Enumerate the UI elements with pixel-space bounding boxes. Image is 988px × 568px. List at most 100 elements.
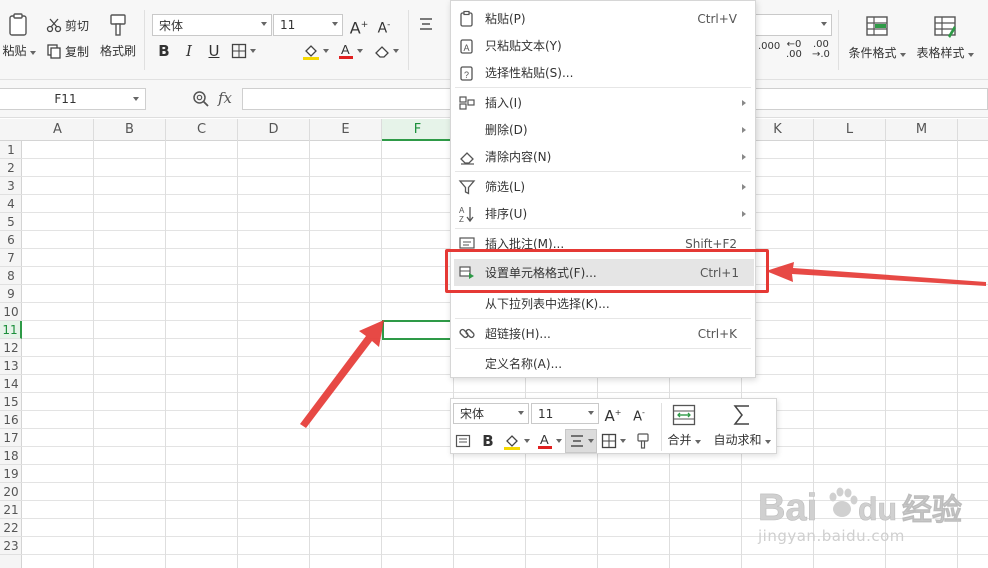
paste-label: 粘贴 [2,44,27,58]
menu-item-paste[interactable]: 粘贴(P) Ctrl+V [451,5,755,32]
row-header-12[interactable]: 12 [0,339,22,357]
row-header-21[interactable]: 21 [0,501,22,519]
font-color-icon: A [538,432,552,449]
menu-item-clear-contents[interactable]: 清除内容(N) [451,143,755,170]
increase-font-icon: A [349,18,361,38]
font-name-select[interactable]: 宋体 [152,14,272,36]
mini-bold-button[interactable]: B [478,430,498,452]
column-header-f[interactable]: F [382,119,454,141]
row-header-4[interactable]: 4 [0,195,22,213]
row-header-15[interactable]: 15 [0,393,22,411]
mini-font-size-value: 11 [538,406,554,421]
row-header-14[interactable]: 14 [0,375,22,393]
italic-button[interactable]: I [179,40,199,62]
menu-item-paste-text-only[interactable]: A 只粘贴文本(Y) [451,32,755,59]
row-header-19[interactable]: 19 [0,465,22,483]
insert-icon [459,96,475,110]
mini-decrease-font-button[interactable]: A- [629,402,649,424]
mini-format-cells-button[interactable] [455,430,471,452]
mini-autosum-button[interactable]: 自动求和 [709,403,775,448]
bold-button[interactable]: B [154,40,174,62]
row-header-9[interactable]: 9 [0,285,22,303]
paste-button[interactable]: 粘贴 [2,12,36,59]
number-format-select[interactable] [756,14,832,36]
conditional-format-button[interactable]: 条件格式 [846,14,908,61]
mini-border-button[interactable] [601,430,626,452]
watermark-suffix: 经验 [902,493,962,528]
row-header-17[interactable]: 17 [0,429,22,447]
table-style-label: 表格样式 [916,46,965,60]
menu-item-hyperlink[interactable]: 超链接(H)... Ctrl+K [451,320,755,347]
fx-icon[interactable]: fx [218,89,232,107]
decrease-font-button[interactable]: A- [374,14,394,37]
font-color-button[interactable]: A [338,40,363,62]
mini-font-name-select[interactable]: 宋体 [453,403,529,424]
decrease-decimal-button[interactable]: .00 →.0 [812,40,830,60]
active-cell-f11[interactable] [382,320,456,340]
format-painter-button[interactable]: 格式刷 [99,12,137,59]
mini-merge-button[interactable]: 合并 [665,403,703,448]
row-header-5[interactable]: 5 [0,213,22,231]
menu-item-define-name[interactable]: 定义名称(A)... [451,350,755,377]
column-header-d[interactable]: D [238,119,310,141]
menu-item-pick-from-list[interactable]: 从下拉列表中选择(K)... [451,290,755,317]
mini-font-size-select[interactable]: 11 [531,403,599,424]
cut-button[interactable]: 剪切 [46,16,89,34]
row-header-bar: 1 2 3 4 5 6 7 8 9 10 11 12 13 14 15 16 17 18 19 20 21 22 23 [0,141,22,568]
chevron-down-icon [556,439,562,443]
border-icon [601,433,617,449]
row-header-6[interactable]: 6 [0,231,22,249]
column-header-e[interactable]: E [310,119,382,141]
fill-bucket-icon [504,435,520,450]
row-header-23[interactable]: 23 [0,537,22,555]
row-header-22[interactable]: 22 [0,519,22,537]
underline-button[interactable]: U [204,40,224,62]
row-header-10[interactable]: 10 [0,303,22,321]
column-header-l[interactable]: L [814,119,886,141]
menu-item-paste-special[interactable]: ? 选择性粘贴(S)... [451,59,755,86]
name-box[interactable]: F11 [0,88,146,110]
row-header-13[interactable]: 13 [0,357,22,375]
row-header-2[interactable]: 2 [0,159,22,177]
menu-item-sort[interactable]: AZ 排序(U) [451,200,755,227]
border-icon [231,43,247,59]
table-style-button[interactable]: 表格样式 [914,14,976,61]
border-button[interactable] [231,40,256,62]
row-header-20[interactable]: 20 [0,483,22,501]
increase-decimal-button[interactable]: .000 [758,42,780,52]
copy-button[interactable]: 复制 [46,42,89,60]
menu-item-filter[interactable]: 筛选(L) [451,173,755,200]
row-header-8[interactable]: 8 [0,267,22,285]
name-box-value: F11 [54,92,77,106]
column-header-b[interactable]: B [94,119,166,141]
decimal-value: .00 [786,49,802,60]
row-header-11[interactable]: 11 [0,321,22,339]
menu-item-insert[interactable]: 插入(I) [451,89,755,116]
zoom-icon[interactable] [192,90,210,108]
row-header-3[interactable]: 3 [0,177,22,195]
row-header-1[interactable]: 1 [0,141,22,159]
mini-format-painter-button[interactable] [635,430,651,452]
clear-format-button[interactable] [374,40,399,62]
mini-increase-font-button[interactable]: A+ [603,402,623,425]
svg-text:A: A [464,43,470,53]
font-size-select[interactable]: 11 [273,14,343,36]
font-name-value: 宋体 [159,18,184,33]
column-header-m[interactable]: M [886,119,958,141]
paste-text-icon: A [460,39,473,54]
increase-decimal-arrow-button[interactable]: ←0.00 [786,40,802,60]
menu-item-delete[interactable]: 删除(D) [451,116,755,143]
mini-font-color-button[interactable]: A [537,430,562,452]
column-header-a[interactable]: A [22,119,94,141]
font-color-icon: A [339,42,353,59]
row-header-16[interactable]: 16 [0,411,22,429]
increase-font-button[interactable]: A+ [349,14,369,38]
format-painter-icon [110,14,126,36]
mini-align-button[interactable] [565,429,597,453]
align-button[interactable] [418,14,434,34]
row-header-18[interactable]: 18 [0,447,22,465]
mini-fill-color-button[interactable] [503,430,530,452]
fill-color-button[interactable] [302,40,329,62]
row-header-7[interactable]: 7 [0,249,22,267]
column-header-c[interactable]: C [166,119,238,141]
